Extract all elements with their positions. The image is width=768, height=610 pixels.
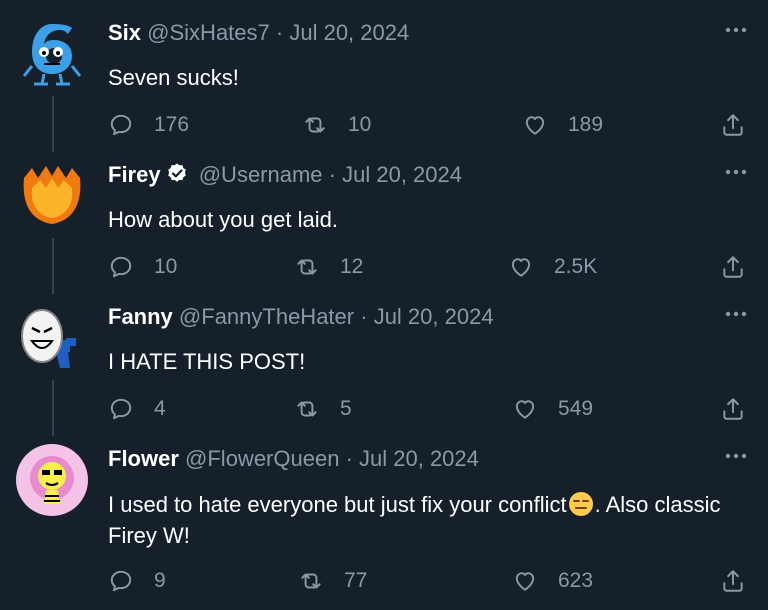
flame-avatar	[23, 166, 81, 224]
retweet-count: 5	[340, 397, 352, 420]
verified-badge-icon[interactable]	[165, 162, 189, 186]
retweet-count: 10	[348, 113, 372, 136]
retweet-icon	[297, 259, 317, 275]
retweet-button[interactable]: 12	[294, 252, 363, 282]
reply-icon	[110, 114, 132, 136]
tweet-text: I used to hate everyone but just fix you…	[108, 489, 746, 551]
thread-line	[52, 380, 54, 436]
tweet-text-content: I HATE THIS POST!	[108, 349, 306, 374]
separator: ·	[345, 446, 353, 471]
reply-count: 176	[154, 113, 190, 136]
share-button[interactable]	[720, 566, 766, 596]
action-bar: 9 77 623	[108, 566, 748, 596]
reply-button[interactable]: 176	[108, 110, 189, 140]
retweet-count: 77	[344, 569, 368, 592]
tweet[interactable]: Fanny @FannyTheHater · Jul 20, 2024 I HA…	[0, 302, 768, 436]
retweet-count: 12	[340, 255, 364, 278]
timestamp[interactable]: Jul 20, 2024	[374, 304, 494, 329]
tweet-header: Flower @FlowerQueen · Jul 20, 2024	[108, 444, 728, 474]
like-button[interactable]: 623	[512, 566, 593, 596]
like-button[interactable]: 189	[522, 110, 603, 140]
tweet-header: Fanny @FannyTheHater · Jul 20, 2024	[108, 302, 728, 332]
tweet[interactable]: Firey @Username · Jul 20, 2024 How about…	[0, 160, 768, 294]
share-button[interactable]	[720, 394, 766, 424]
heart-icon	[515, 572, 535, 591]
retweet-button[interactable]: 77	[298, 566, 367, 596]
share-icon	[723, 398, 743, 420]
flower-character-avatar	[16, 444, 88, 516]
more-options-icon[interactable]	[724, 452, 748, 460]
separator: ·	[275, 20, 284, 45]
display-name[interactable]: Fanny	[108, 304, 173, 329]
like-count: 549	[558, 397, 594, 420]
handle[interactable]: @FannyTheHater	[179, 304, 354, 329]
display-name[interactable]: Flower	[108, 446, 179, 471]
retweet-icon	[297, 401, 317, 417]
share-button[interactable]	[720, 110, 766, 140]
separator: ·	[360, 304, 368, 329]
tweet[interactable]: Flower @FlowerQueen · Jul 20, 2024 I use…	[0, 444, 768, 610]
avatar[interactable]	[16, 302, 88, 374]
like-count: 189	[568, 113, 604, 136]
display-name[interactable]: Six	[108, 20, 141, 45]
avatar[interactable]	[16, 18, 88, 90]
avatar[interactable]	[16, 160, 88, 232]
reply-count: 10	[154, 255, 178, 278]
reply-button[interactable]: 4	[108, 394, 166, 424]
expressionless-face-emoji	[568, 492, 593, 516]
heart-icon	[515, 400, 535, 419]
retweet-icon	[305, 117, 325, 133]
reply-count: 4	[154, 397, 166, 420]
handle[interactable]: @FlowerQueen	[185, 446, 339, 471]
tweet-text: I HATE THIS POST!	[108, 346, 746, 377]
retweet-button[interactable]: 5	[294, 394, 352, 424]
action-bar: 176 10 189	[108, 110, 748, 140]
action-bar: 4 5 549	[108, 394, 748, 424]
share-icon	[723, 570, 743, 592]
tweet-header: Six @SixHates7 · Jul 20, 2024	[108, 18, 728, 48]
like-count: 623	[558, 569, 594, 592]
timestamp[interactable]: Jul 20, 2024	[289, 20, 409, 45]
avatar[interactable]	[16, 444, 88, 516]
tweet-text: Seven sucks!	[108, 62, 746, 93]
timestamp[interactable]: Jul 20, 2024	[342, 162, 462, 187]
reply-button[interactable]: 10	[108, 252, 177, 282]
reply-icon	[110, 256, 132, 278]
share-button[interactable]	[720, 252, 766, 282]
tweet-text-content: Seven sucks!	[108, 65, 239, 90]
separator: ·	[328, 162, 336, 187]
more-options-icon[interactable]	[724, 26, 748, 34]
share-icon	[723, 256, 743, 278]
retweet-icon	[301, 573, 321, 589]
fan-character-avatar	[21, 309, 76, 368]
more-options-icon[interactable]	[724, 168, 748, 176]
blue-six-character-avatar	[22, 24, 82, 86]
reply-count: 9	[154, 569, 166, 592]
handle[interactable]: @SixHates7	[147, 20, 270, 45]
heart-icon	[525, 116, 545, 135]
more-options-icon[interactable]	[724, 310, 748, 318]
reply-icon	[110, 570, 132, 592]
like-button[interactable]: 2.5K	[508, 252, 597, 282]
share-icon	[723, 114, 743, 136]
retweet-button[interactable]: 10	[302, 110, 371, 140]
tweet-text-content: I used to hate everyone but just fix you…	[108, 492, 567, 517]
timestamp[interactable]: Jul 20, 2024	[359, 446, 479, 471]
like-count: 2.5K	[554, 255, 598, 278]
heart-icon	[511, 258, 531, 277]
reply-button[interactable]: 9	[108, 566, 166, 596]
tweet-text-content: How about you get laid.	[108, 207, 338, 232]
thread-line	[52, 96, 54, 152]
tweet-header: Firey @Username · Jul 20, 2024	[108, 160, 728, 190]
tweet[interactable]: Six @SixHates7 · Jul 20, 2024 Seven suck…	[0, 18, 768, 152]
thread-line	[52, 238, 54, 294]
reply-icon	[110, 398, 132, 420]
action-bar: 10 12 2.5K	[108, 252, 748, 282]
tweet-text: How about you get laid.	[108, 204, 746, 235]
handle[interactable]: @Username	[199, 162, 323, 187]
like-button[interactable]: 549	[512, 394, 593, 424]
display-name[interactable]: Firey	[108, 162, 161, 187]
